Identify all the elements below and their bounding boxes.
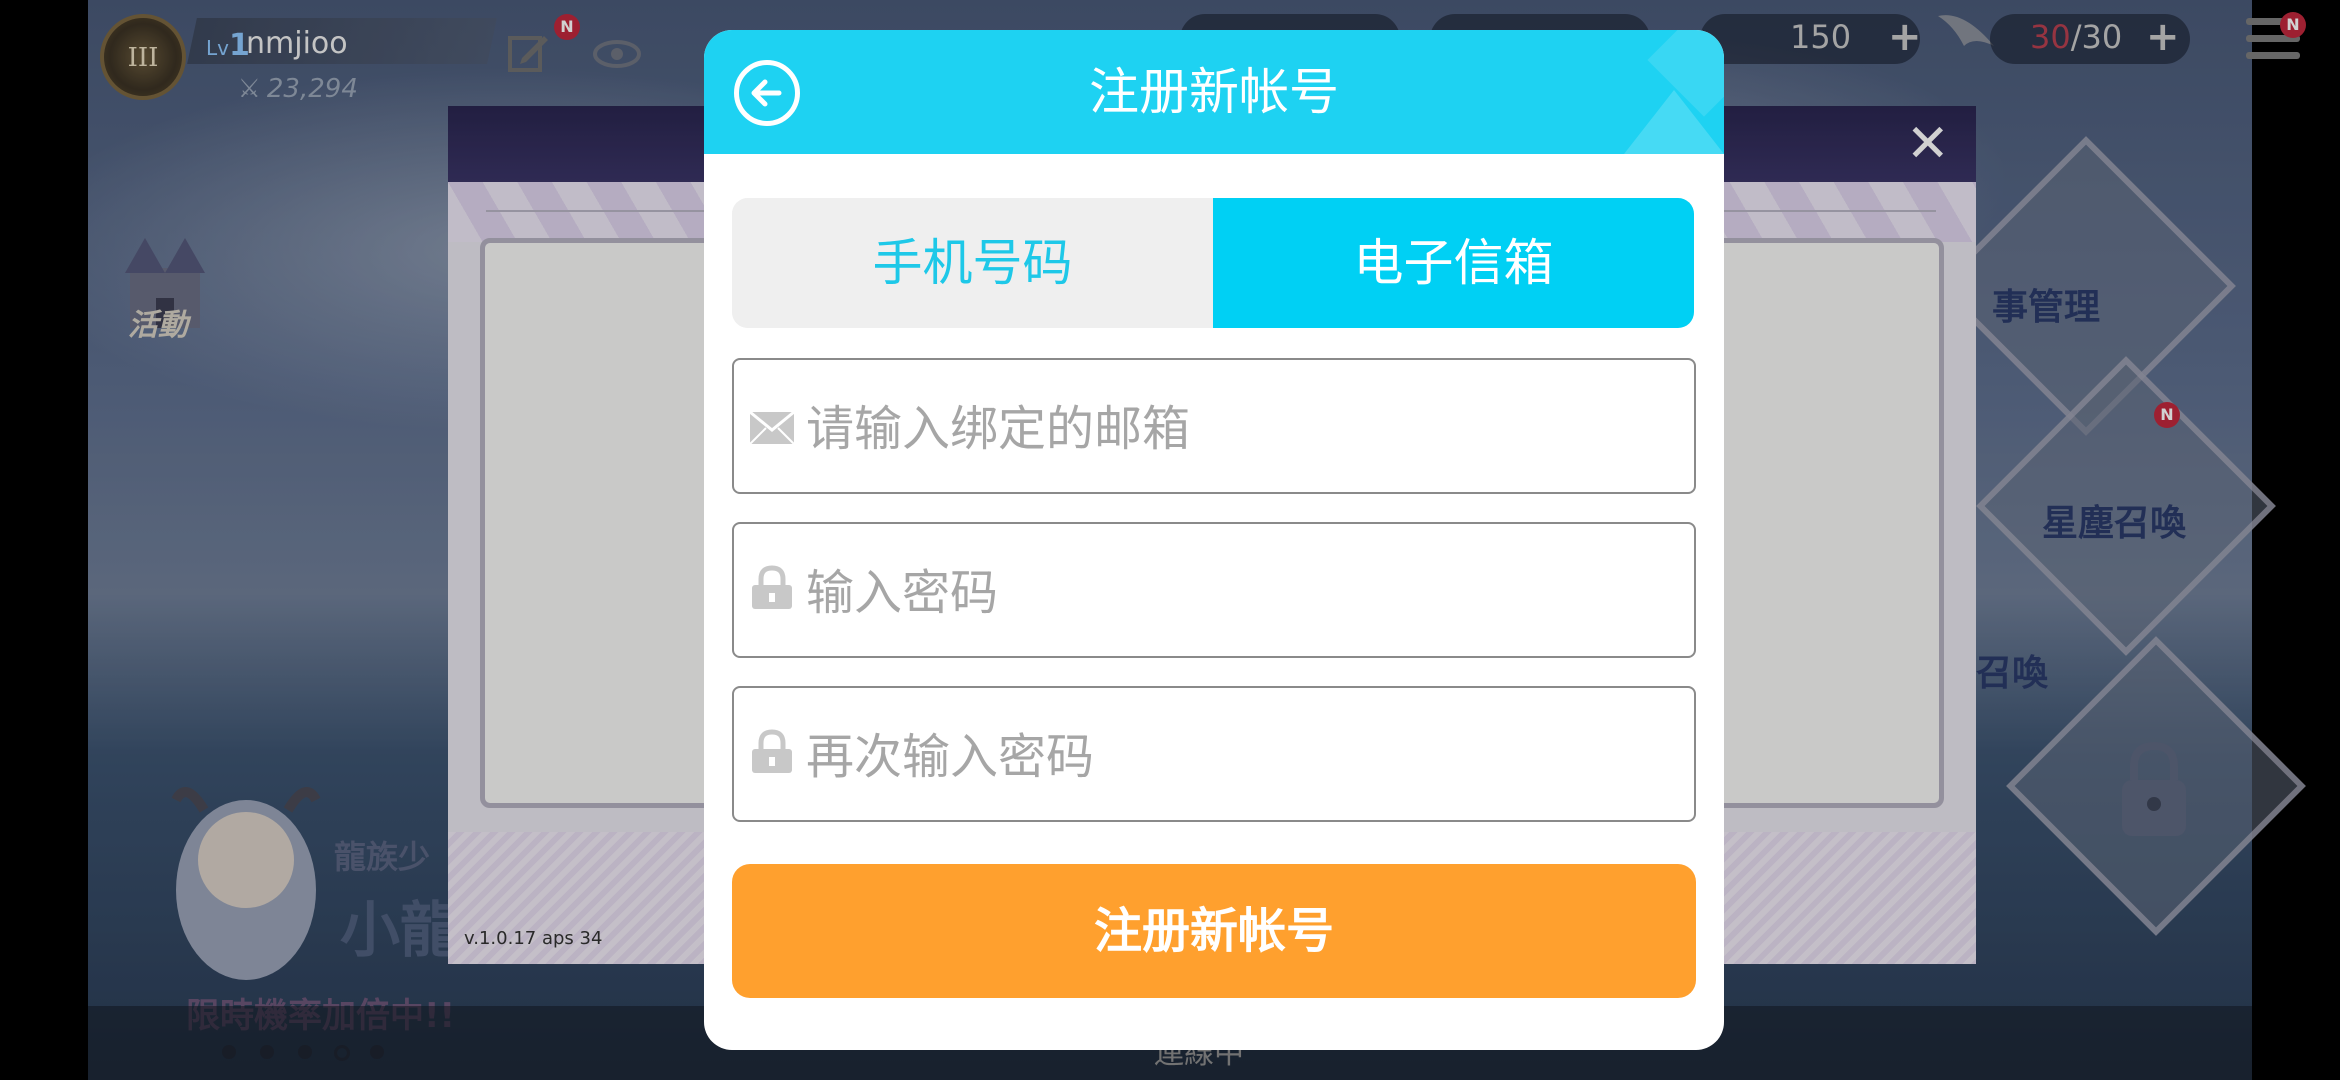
email-input[interactable] xyxy=(804,380,1678,478)
modal-header: 注册新帐号 xyxy=(704,30,1724,154)
register-submit-button[interactable]: 注册新帐号 xyxy=(732,864,1696,998)
envelope-icon xyxy=(749,410,795,445)
modal-title: 注册新帐号 xyxy=(1089,63,1339,121)
lock-icon xyxy=(752,729,792,773)
arrow-left-circle-icon xyxy=(751,79,782,107)
password-confirm-field xyxy=(732,686,1696,822)
lock-icon xyxy=(752,565,792,609)
password-field xyxy=(732,522,1696,658)
register-modal: 注册新帐号 手机号码 电子信箱 注 xyxy=(704,30,1724,1050)
register-method-tabs: 手机号码 电子信箱 xyxy=(732,198,1694,328)
email-field xyxy=(732,358,1696,494)
password-confirm-input[interactable] xyxy=(804,708,1678,806)
back-button[interactable] xyxy=(734,60,800,126)
password-input[interactable] xyxy=(804,544,1678,642)
tab-email[interactable]: 电子信箱 xyxy=(1213,198,1694,328)
tab-phone[interactable]: 手机号码 xyxy=(732,198,1213,328)
